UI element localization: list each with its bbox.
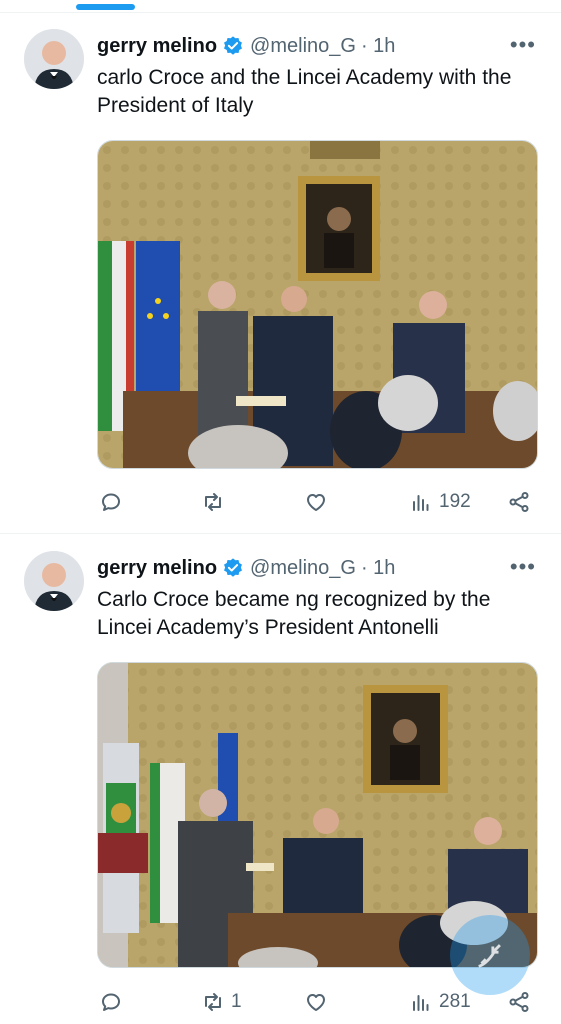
avatar[interactable] bbox=[24, 29, 84, 89]
tweet-header: gerry melino @melino_G · 1h bbox=[97, 554, 395, 582]
avatar[interactable] bbox=[24, 551, 84, 611]
compose-icon bbox=[478, 944, 501, 968]
views-icon bbox=[413, 495, 429, 511]
tweet-text: Carlo Croce became ng recognized by the … bbox=[97, 588, 491, 639]
handle[interactable]: @melino_G bbox=[250, 557, 356, 580]
retweet-button[interactable]: 1 bbox=[201, 987, 242, 1017]
timestamp[interactable]: · 1h bbox=[361, 35, 395, 58]
retweet-icon bbox=[205, 493, 221, 511]
display-name[interactable]: gerry melino bbox=[97, 35, 217, 58]
handle[interactable]: @melino_G bbox=[250, 35, 356, 58]
views-count: 281 bbox=[439, 991, 471, 1012]
verified-icon bbox=[224, 36, 243, 55]
tweet-media[interactable] bbox=[97, 140, 538, 469]
like-icon bbox=[307, 494, 325, 511]
share-icon bbox=[509, 492, 529, 512]
retweet-icon bbox=[205, 993, 221, 1011]
display-name[interactable]: gerry melino bbox=[97, 557, 217, 580]
share-button[interactable] bbox=[507, 487, 531, 517]
reply-button[interactable] bbox=[99, 487, 129, 517]
views-count: 192 bbox=[439, 491, 471, 512]
tweet-actions: 192 bbox=[97, 487, 537, 517]
like-button[interactable] bbox=[304, 487, 334, 517]
verified-icon bbox=[224, 558, 243, 577]
tab-indicator bbox=[76, 4, 135, 10]
reply-icon bbox=[102, 993, 120, 1011]
more-icon[interactable]: ••• bbox=[510, 34, 536, 56]
retweet-button[interactable] bbox=[201, 487, 231, 517]
timestamp[interactable]: · 1h bbox=[361, 557, 395, 580]
like-button[interactable] bbox=[304, 987, 334, 1017]
share-icon bbox=[509, 992, 529, 1012]
tweet-text: carlo Croce and the Lincei Academy with … bbox=[97, 66, 512, 117]
views-button[interactable]: 281 bbox=[409, 987, 471, 1017]
tweet-actions: 1 281 bbox=[97, 987, 537, 1017]
share-button[interactable] bbox=[507, 987, 531, 1017]
tweet-header: gerry melino @melino_G · 1h bbox=[97, 32, 395, 60]
like-icon bbox=[307, 994, 325, 1011]
ceremony-photo bbox=[98, 141, 537, 468]
reply-button[interactable] bbox=[99, 987, 129, 1017]
retweet-count: 1 bbox=[231, 991, 242, 1012]
views-icon bbox=[413, 995, 429, 1011]
reply-icon bbox=[102, 493, 120, 511]
tweet-divider bbox=[0, 533, 561, 534]
tweet-1[interactable]: gerry melino @melino_G · 1h ••• carlo Cr… bbox=[0, 13, 561, 533]
more-icon[interactable]: ••• bbox=[510, 556, 536, 578]
views-button[interactable]: 192 bbox=[409, 487, 471, 517]
compose-button[interactable] bbox=[450, 915, 530, 995]
